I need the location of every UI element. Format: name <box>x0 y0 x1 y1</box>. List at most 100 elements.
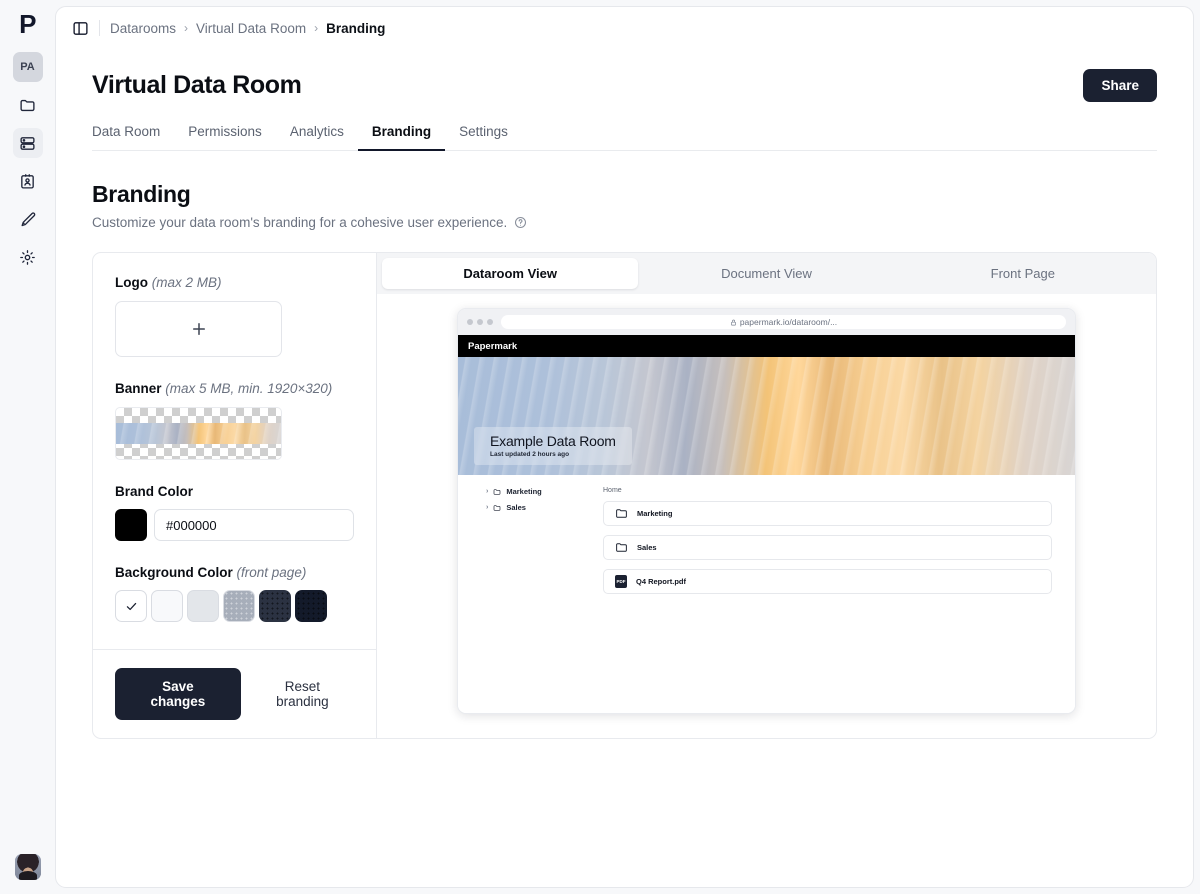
logo-upload-dropzone[interactable] <box>115 301 282 357</box>
sidebar-item-branding[interactable] <box>13 204 43 234</box>
branding-brush-icon <box>19 211 36 228</box>
branding-panels: Logo (max 2 MB) Banner (max 5 MB, min. 1… <box>92 252 1157 739</box>
folder-icon <box>493 488 501 496</box>
background-color-field: Background Color (front page) <box>115 565 354 622</box>
tab-branding[interactable]: Branding <box>357 124 446 151</box>
sidebar-item-visitors[interactable] <box>13 166 43 196</box>
tree-item-label: Sales <box>506 503 526 512</box>
datarooms-icon <box>19 135 36 152</box>
banner-thumbnail[interactable] <box>115 407 282 460</box>
section-title: Branding <box>92 181 191 207</box>
bg-swatch-mid-gray[interactable] <box>223 590 255 622</box>
traffic-light-zoom <box>487 319 493 325</box>
folder-icon <box>493 504 501 512</box>
preview-stage: papermark.io/dataroom/... Papermark Exam… <box>377 294 1156 738</box>
chevron-right-icon: › <box>314 21 319 35</box>
browser-mockup: papermark.io/dataroom/... Papermark Exam… <box>457 308 1076 714</box>
bg-swatch-light-gray[interactable] <box>187 590 219 622</box>
preview-breadcrumb-home[interactable]: Home <box>603 487 1052 494</box>
save-changes-button[interactable]: Save changes <box>115 668 241 720</box>
banner-hint: (max 5 MB, min. 1920×320) <box>165 381 333 396</box>
app-window: Datarooms › Virtual Data Room › Branding… <box>55 6 1194 888</box>
page-header: Virtual Data Room Share <box>92 49 1157 102</box>
section-subtitle: Customize your data room's branding for … <box>92 215 508 230</box>
traffic-light-close <box>467 319 473 325</box>
banner-streaks <box>116 423 281 444</box>
tree-item-marketing[interactable]: › Marketing <box>486 487 603 496</box>
preview-file-list: Home Marketing Sales PDF Q4 Report.pdf <box>603 487 1075 713</box>
logo-label: Logo (max 2 MB) <box>115 275 354 290</box>
check-icon <box>125 600 138 613</box>
browser-traffic-lights <box>467 319 493 325</box>
logo-field: Logo (max 2 MB) <box>115 275 354 357</box>
account-chip[interactable]: PA <box>12 52 43 82</box>
browser-url-bar[interactable]: papermark.io/dataroom/... <box>501 315 1066 329</box>
tab-bar: Data Room Permissions Analytics Branding… <box>92 124 1157 151</box>
banner-label-text: Banner <box>115 381 162 396</box>
topbar: Datarooms › Virtual Data Room › Branding <box>56 7 1193 49</box>
preview-hero-title: Example Data Room <box>490 433 616 449</box>
branding-form-fields: Logo (max 2 MB) Banner (max 5 MB, min. 1… <box>93 253 376 649</box>
tab-analytics[interactable]: Analytics <box>276 124 358 150</box>
breadcrumb-item-virtual-data-room[interactable]: Virtual Data Room <box>196 21 306 36</box>
browser-chrome-bar: papermark.io/dataroom/... <box>458 309 1075 335</box>
plus-icon <box>190 320 208 338</box>
help-circle-icon[interactable] <box>514 216 527 229</box>
user-avatar[interactable] <box>14 854 41 880</box>
bg-swatch-near-black[interactable] <box>295 590 327 622</box>
tree-item-sales[interactable]: › Sales <box>486 503 603 512</box>
avatar-hair <box>18 871 37 880</box>
banner-image <box>116 423 281 444</box>
brand-color-input[interactable] <box>154 509 354 541</box>
section-subtitle-row: Customize your data room's branding for … <box>92 215 1157 230</box>
chevron-right-icon: › <box>184 21 189 35</box>
preview-tab-document-view[interactable]: Document View <box>638 258 894 289</box>
background-color-swatches <box>115 590 354 622</box>
brand-color-swatch[interactable] <box>115 509 147 541</box>
share-button[interactable]: Share <box>1083 69 1157 102</box>
preview-tab-bar: Dataroom View Document View Front Page <box>377 253 1156 294</box>
app-logo[interactable]: P <box>19 10 36 38</box>
topbar-divider <box>99 20 100 36</box>
logo-label-text: Logo <box>115 275 148 290</box>
chevron-right-icon[interactable]: › <box>486 488 488 495</box>
tab-settings[interactable]: Settings <box>445 124 522 150</box>
preview-tab-dataroom-view[interactable]: Dataroom View <box>382 258 639 289</box>
tab-data-room[interactable]: Data Room <box>92 124 174 150</box>
bg-swatch-white-selected[interactable] <box>115 590 147 622</box>
bg-swatch-offwhite[interactable] <box>151 590 183 622</box>
preview-tab-front-page[interactable]: Front Page <box>895 258 1151 289</box>
traffic-light-minimize <box>477 319 483 325</box>
file-row-label: Sales <box>637 543 657 552</box>
page-title: Virtual Data Room <box>92 71 302 99</box>
preview-folder-tree: › Marketing › Sales <box>458 487 603 713</box>
sidebar-item-documents[interactable] <box>13 90 43 120</box>
tree-item-label: Marketing <box>506 487 542 496</box>
sidebar-item-datarooms[interactable] <box>12 128 43 158</box>
pdf-icon: PDF <box>615 575 627 588</box>
preview-hero-card: Example Data Room Last updated 2 hours a… <box>474 427 632 465</box>
reset-branding-button[interactable]: Reset branding <box>251 673 354 715</box>
breadcrumb-item-datarooms[interactable]: Datarooms <box>110 21 176 36</box>
folder-icon <box>615 507 628 520</box>
file-row-label: Q4 Report.pdf <box>636 577 686 586</box>
file-row-marketing[interactable]: Marketing <box>603 501 1052 526</box>
contacts-icon <box>19 173 36 190</box>
page-body: Virtual Data Room Share Data Room Permis… <box>56 49 1193 887</box>
file-row-sales[interactable]: Sales <box>603 535 1052 560</box>
breadcrumb-item-branding: Branding <box>326 20 386 36</box>
tab-permissions[interactable]: Permissions <box>174 124 276 150</box>
preview-brand-header: Papermark <box>458 335 1075 357</box>
sidebar-item-settings[interactable] <box>13 242 43 272</box>
chevron-right-icon[interactable]: › <box>486 504 488 511</box>
brand-color-row <box>115 509 354 541</box>
file-row-q4-report[interactable]: PDF Q4 Report.pdf <box>603 569 1052 594</box>
folder-icon <box>19 97 36 114</box>
banner-label: Banner (max 5 MB, min. 1920×320) <box>115 381 354 396</box>
page-content: Virtual Data Room Share Data Room Permis… <box>56 49 1193 739</box>
branding-form: Logo (max 2 MB) Banner (max 5 MB, min. 1… <box>93 253 377 738</box>
bg-swatch-dark-slate[interactable] <box>259 590 291 622</box>
branding-form-actions: Save changes Reset branding <box>93 649 376 738</box>
sidebar-toggle-icon[interactable] <box>72 20 89 37</box>
brand-color-label: Brand Color <box>115 484 194 499</box>
